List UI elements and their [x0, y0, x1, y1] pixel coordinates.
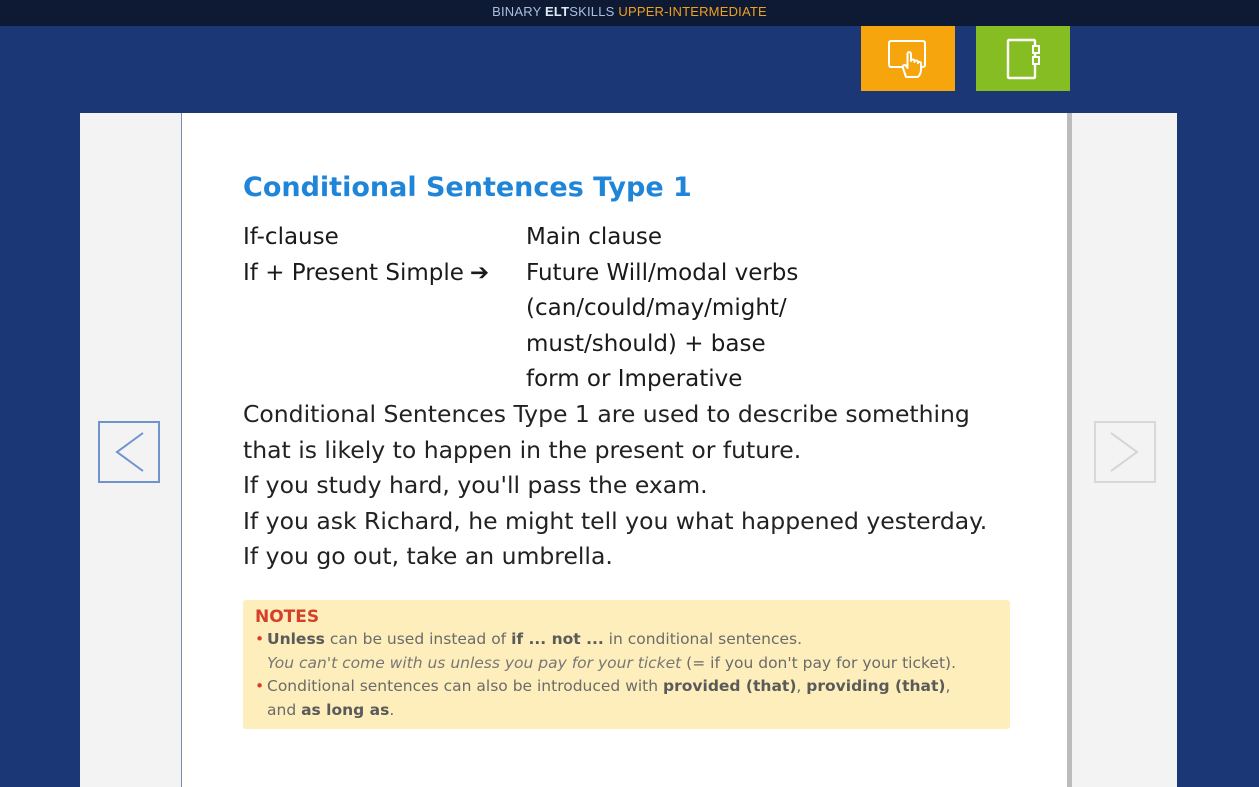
- arrow-right-icon: ➔: [469, 259, 490, 286]
- brand-level: UPPER-INTERMEDIATE: [618, 4, 767, 19]
- brand-skills: SKILLS: [569, 4, 615, 19]
- brand-elt: ELT: [545, 4, 570, 19]
- note-keyword: providing (that): [806, 677, 946, 695]
- note-item: • Unless can be used instead of if ... n…: [255, 628, 998, 652]
- note-item: • Conditional sentences can also be intr…: [255, 675, 998, 699]
- notebook-button[interactable]: [976, 26, 1070, 91]
- example-line: If you study hard, you'll pass the exam.: [243, 471, 708, 499]
- if-clause-formula: If + Present Simple: [243, 259, 464, 286]
- note-text: .: [389, 700, 395, 719]
- previous-page-button[interactable]: [98, 421, 160, 483]
- explanation-text: Conditional Sentences Type 1 are used to…: [243, 397, 1023, 575]
- main-clause-line: (can/could/may/might/: [526, 295, 787, 321]
- note-item-continued: and as long as.: [255, 699, 998, 723]
- app-title-bar: BINARY ELTSKILLS UPPER-INTERMEDIATE: [0, 0, 1259, 26]
- note-gloss: (= if you don't pay for your ticket).: [681, 653, 957, 672]
- note-example-text: You can't come with us unless you pay fo…: [267, 653, 682, 672]
- note-text: ,: [796, 677, 807, 695]
- main-clause-line: must/should) + base: [526, 330, 766, 357]
- example-line: If you go out, take an umbrella.: [243, 542, 613, 570]
- main-clause-line: Future Will/modal verbs: [526, 259, 799, 286]
- bullet-icon: •: [255, 677, 265, 695]
- lesson-content: Conditional Sentences Type 1 If-clause I…: [243, 170, 1023, 575]
- example-line: If you ask Richard, he might tell you wh…: [243, 506, 988, 535]
- note-text: in conditional sentences.: [603, 630, 803, 648]
- structure-table: If-clause If + Present Simple ➔ Main clau…: [243, 220, 1023, 397]
- notebook-icon: [1006, 38, 1040, 79]
- main-clause-heading: Main clause: [526, 224, 663, 250]
- note-example: You can't come with us unless you pay fo…: [255, 652, 998, 676]
- note-keyword: Unless: [267, 630, 325, 648]
- notes-box: NOTES • Unless can be used instead of if…: [243, 600, 1010, 729]
- body-line: Conditional Sentences Type 1 are used to…: [243, 400, 970, 428]
- touch-mode-button[interactable]: [861, 26, 955, 91]
- if-clause-heading: If-clause: [243, 224, 339, 250]
- note-text: can be used instead of: [324, 630, 512, 648]
- next-page-button[interactable]: [1094, 421, 1156, 483]
- chevron-left-icon: [115, 432, 144, 472]
- notes-title: NOTES: [255, 607, 320, 627]
- hand-pointer-icon: [888, 39, 926, 78]
- note-text: ,: [945, 677, 951, 695]
- brand-binary: BINARY: [492, 4, 542, 19]
- body-line: that is likely to happen in the present …: [243, 435, 802, 464]
- lesson-title: Conditional Sentences Type 1: [243, 172, 692, 203]
- chevron-right-icon: [1110, 432, 1139, 472]
- note-text: Conditional sentences can also be introd…: [267, 677, 664, 695]
- main-clause-line: form or Imperative: [526, 366, 743, 392]
- note-keyword: provided (that): [663, 677, 797, 695]
- note-keyword: if ... not ...: [511, 630, 604, 648]
- note-text: and: [267, 700, 302, 719]
- bullet-icon: •: [255, 630, 265, 648]
- note-keyword: as long as: [301, 700, 390, 719]
